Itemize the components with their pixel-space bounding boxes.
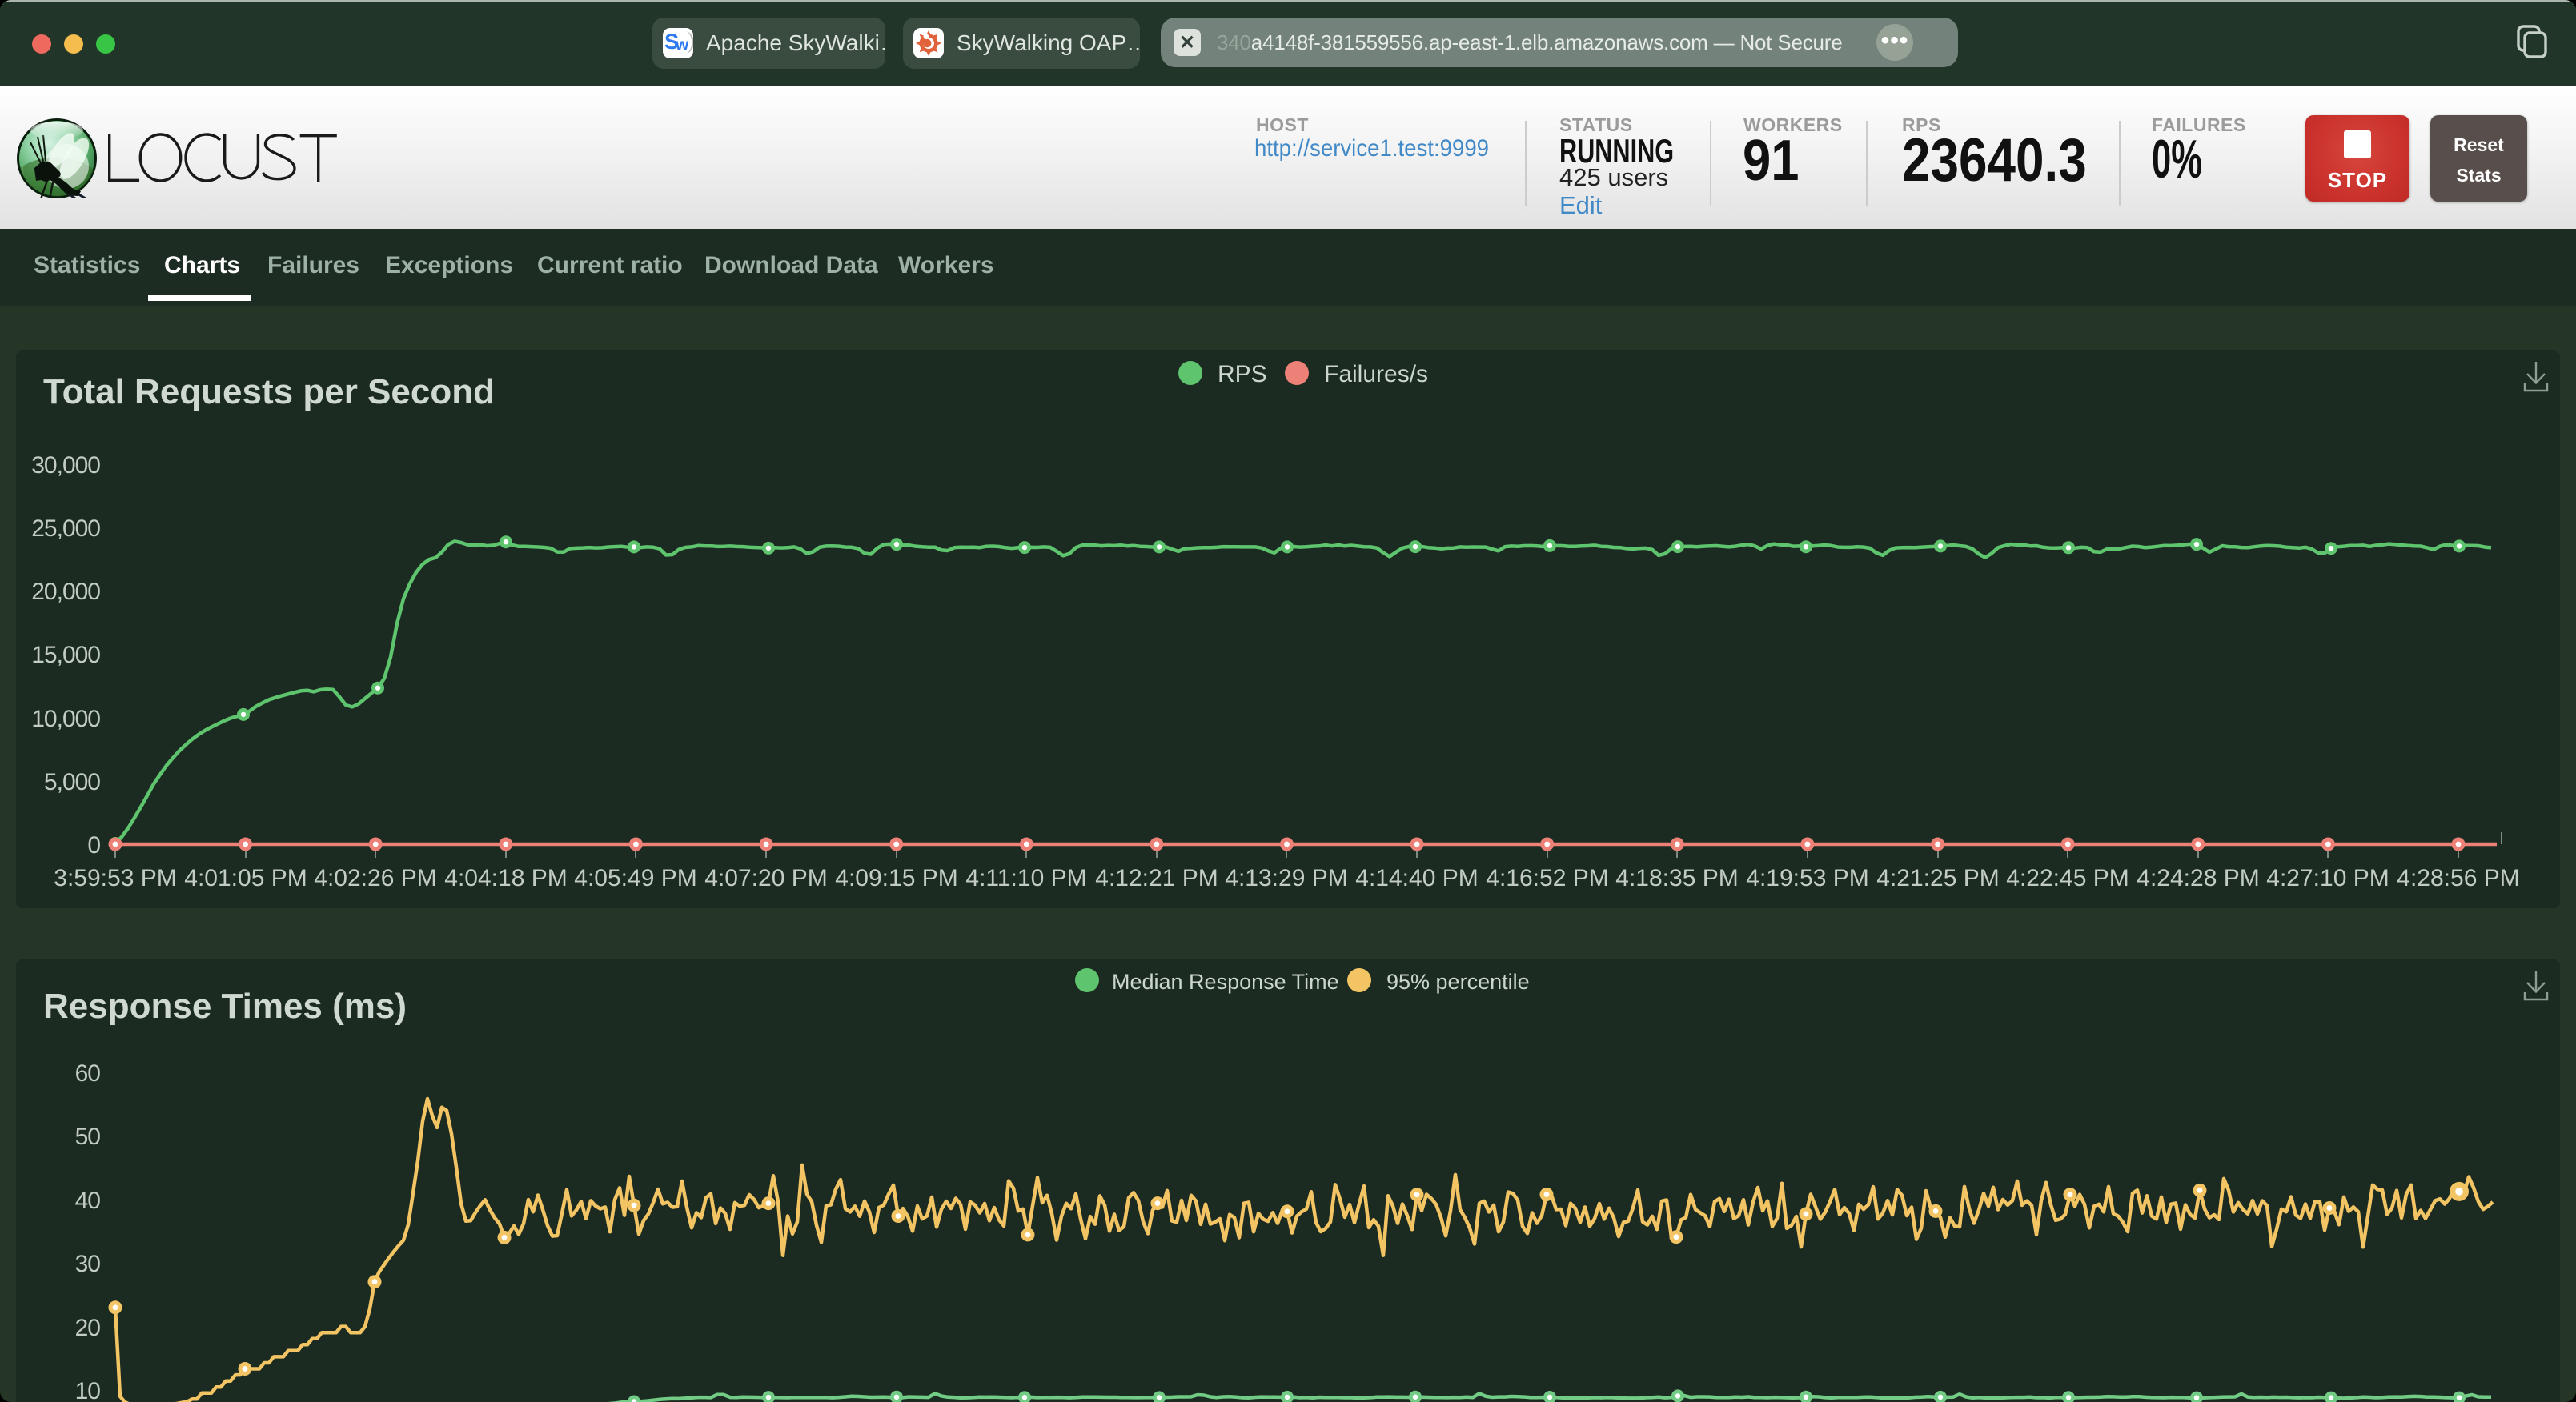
svg-text:4:14:40 PM: 4:14:40 PM [1355, 865, 1478, 891]
svg-text:25,000: 25,000 [31, 515, 100, 542]
svg-text:30,000: 30,000 [31, 452, 100, 479]
svg-text:10: 10 [75, 1378, 101, 1402]
svg-text:50: 50 [75, 1124, 101, 1150]
svg-text:4:07:20 PM: 4:07:20 PM [704, 865, 827, 891]
svg-text:4:16:52 PM: 4:16:52 PM [1486, 865, 1608, 891]
svg-text:10,000: 10,000 [31, 706, 100, 732]
svg-text:40: 40 [75, 1188, 101, 1214]
svg-text:RPS: RPS [1218, 361, 1267, 387]
svg-text:30: 30 [75, 1251, 101, 1277]
svg-text:20,000: 20,000 [31, 579, 100, 605]
svg-text:4:11:10 PM: 4:11:10 PM [965, 865, 1086, 891]
svg-text:60: 60 [75, 1060, 101, 1087]
svg-text:20: 20 [75, 1315, 101, 1341]
svg-text:Total Requests per Second: Total Requests per Second [43, 372, 495, 411]
svg-text:4:28:56 PM: 4:28:56 PM [2397, 865, 2519, 891]
svg-text:Failures/s: Failures/s [1324, 361, 1428, 387]
svg-text:4:01:05 PM: 4:01:05 PM [184, 865, 307, 891]
svg-text:3:59:53 PM: 3:59:53 PM [54, 865, 176, 891]
svg-text:4:19:53 PM: 4:19:53 PM [1746, 865, 1868, 891]
svg-text:4:22:45 PM: 4:22:45 PM [2006, 865, 2129, 891]
svg-text:4:09:15 PM: 4:09:15 PM [835, 865, 957, 891]
svg-text:4:18:35 PM: 4:18:35 PM [1615, 865, 1738, 891]
svg-text:4:02:26 PM: 4:02:26 PM [314, 865, 436, 891]
svg-text:Median Response Time: Median Response Time [1112, 970, 1339, 994]
svg-text:4:12:21 PM: 4:12:21 PM [1095, 865, 1218, 891]
svg-text:4:21:25 PM: 4:21:25 PM [1876, 865, 1999, 891]
svg-text:Response Times (ms): Response Times (ms) [43, 987, 407, 1026]
svg-text:4:05:49 PM: 4:05:49 PM [574, 865, 696, 891]
svg-text:4:13:29 PM: 4:13:29 PM [1225, 865, 1347, 891]
svg-text:0: 0 [87, 832, 100, 859]
svg-text:15,000: 15,000 [31, 642, 100, 668]
svg-text:w: w [675, 36, 689, 54]
svg-text:5,000: 5,000 [44, 769, 100, 795]
svg-text:4:27:10 PM: 4:27:10 PM [2266, 865, 2389, 891]
svg-text:4:24:28 PM: 4:24:28 PM [2137, 865, 2259, 891]
svg-text:95% percentile: 95% percentile [1386, 970, 1530, 994]
svg-text:4:04:18 PM: 4:04:18 PM [444, 865, 567, 891]
